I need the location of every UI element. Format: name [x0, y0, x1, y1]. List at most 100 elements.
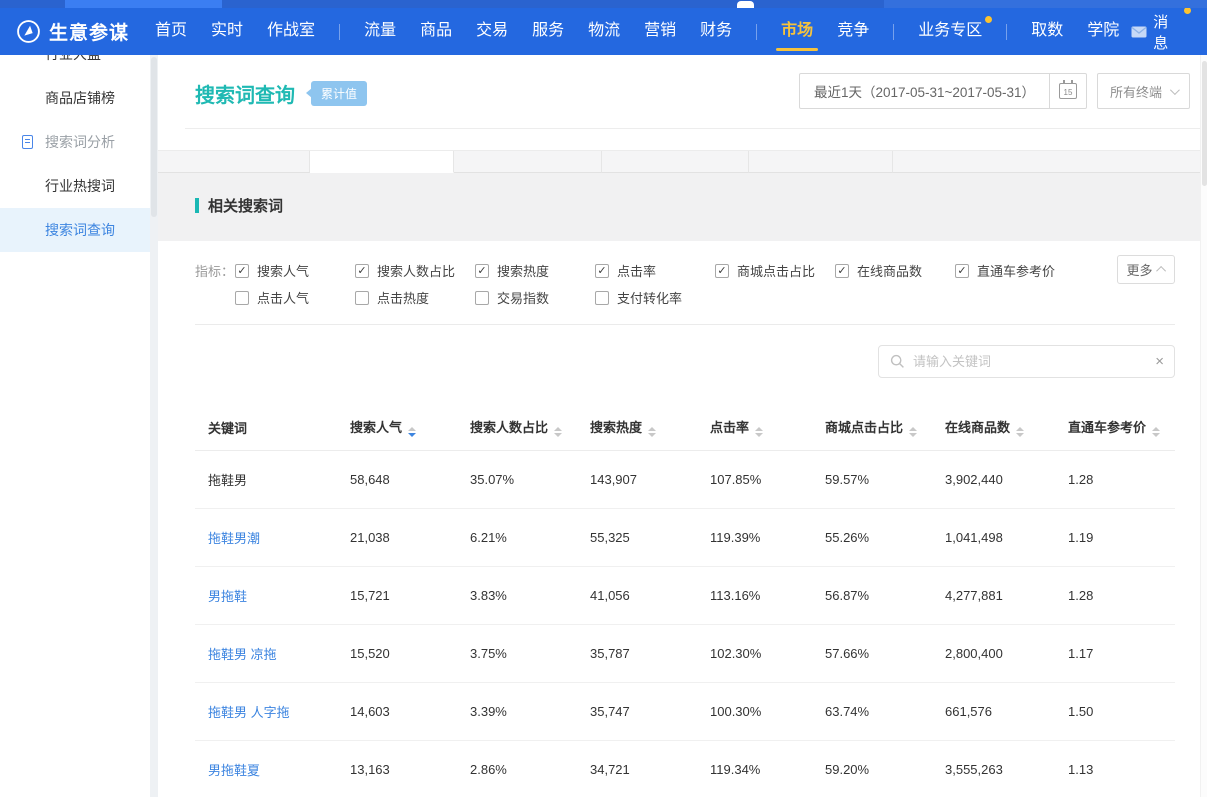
table-row: 拖鞋男58,64835.07%143,907107.85%59.57%3,902…	[195, 451, 1175, 509]
cell-value: 100.30%	[710, 704, 761, 719]
page-scrollbar[interactable]	[1200, 55, 1207, 797]
sidebar-item-1[interactable]: 商品店铺榜	[0, 76, 150, 120]
nav-item-6[interactable]: 交易	[464, 8, 520, 55]
metric-row2-1[interactable]: 点击热度	[355, 288, 475, 307]
keyword-cell: 拖鞋男	[195, 451, 350, 509]
sidebar-item-3[interactable]: 行业热搜词	[0, 164, 150, 208]
metric-row2-2[interactable]: 交易指数	[475, 288, 595, 307]
clear-search-icon[interactable]: ×	[1155, 352, 1164, 372]
checkbox-checked-icon[interactable]: ✓	[235, 264, 249, 278]
keyword-link[interactable]: 拖鞋男 凉拖	[208, 647, 277, 662]
column-label: 点击率	[710, 420, 749, 435]
cell-value: 1.28	[1068, 472, 1093, 487]
sort-icon[interactable]	[909, 427, 917, 437]
tab-4[interactable]	[749, 151, 893, 173]
value-cell: 1.50	[1068, 683, 1175, 741]
cell-value: 143,907	[590, 472, 637, 487]
checkbox-unchecked-icon[interactable]	[595, 291, 609, 305]
nav-item-18[interactable]: 学院	[1075, 8, 1131, 55]
metric-row1-3[interactable]: ✓点击率	[595, 261, 715, 280]
sort-icon[interactable]	[1016, 427, 1024, 437]
sort-asc-icon	[1016, 427, 1024, 431]
nav-item-10[interactable]: 财务	[688, 8, 744, 55]
sidebar-scrollbar-thumb[interactable]	[151, 57, 157, 217]
cell-value: 3.39%	[470, 704, 507, 719]
metric-row1-5[interactable]: ✓在线商品数	[835, 261, 955, 280]
brand[interactable]: 生意参谋	[16, 18, 129, 45]
keyword-link[interactable]: 男拖鞋	[208, 589, 247, 604]
chevron-up-icon	[1156, 266, 1166, 276]
metric-row2-3[interactable]: 支付转化率	[595, 288, 682, 307]
sidebar-scrollbar[interactable]	[150, 55, 158, 797]
keyword-link[interactable]: 拖鞋男潮	[208, 531, 260, 546]
checkbox-unchecked-icon[interactable]	[475, 291, 489, 305]
column-header-1[interactable]: 搜索人气	[350, 404, 470, 451]
column-label: 关键词	[208, 421, 247, 436]
nav-item-8[interactable]: 物流	[576, 8, 632, 55]
cell-value: 59.20%	[825, 762, 869, 777]
column-header-7[interactable]: 直通车参考价	[1068, 404, 1175, 451]
nav-item-17[interactable]: 取数	[1019, 8, 1075, 55]
cell-value: 14,603	[350, 704, 390, 719]
page-scrollbar-thumb[interactable]	[1202, 61, 1207, 186]
nav-item-12[interactable]: 市场	[769, 8, 825, 55]
nav-item-2[interactable]: 作战室	[255, 8, 327, 55]
sort-icon[interactable]	[408, 427, 416, 437]
column-header-6[interactable]: 在线商品数	[945, 404, 1068, 451]
column-header-4[interactable]: 点击率	[710, 404, 825, 451]
sort-icon[interactable]	[755, 427, 763, 437]
sidebar-item-4[interactable]: 搜索词查询	[0, 208, 150, 252]
value-cell: 55,325	[590, 509, 710, 567]
terminal-filter-dropdown[interactable]: 所有终端	[1097, 73, 1190, 109]
keyword-search-input[interactable]	[913, 354, 1146, 369]
more-button[interactable]: 更多	[1117, 255, 1175, 284]
nav-item-0[interactable]: 首页	[143, 8, 199, 55]
checkbox-checked-icon[interactable]: ✓	[475, 264, 489, 278]
sidebar-item-0[interactable]: 行业大盘	[0, 55, 150, 76]
checkbox-checked-icon[interactable]: ✓	[355, 264, 369, 278]
column-header-2[interactable]: 搜索人数占比	[470, 404, 590, 451]
nav-item-7[interactable]: 服务	[520, 8, 576, 55]
checkbox-checked-icon[interactable]: ✓	[835, 264, 849, 278]
nav-item-9[interactable]: 营销	[632, 8, 688, 55]
value-cell: 3,555,263	[945, 741, 1068, 797]
checkbox-unchecked-icon[interactable]	[355, 291, 369, 305]
notification-dot	[985, 16, 992, 23]
metric-label: 直通车参考价	[977, 261, 1055, 280]
value-cell: 1.13	[1068, 741, 1175, 797]
section-band: 相关搜索词	[158, 173, 1207, 241]
metric-row2-0[interactable]: 点击人气	[235, 288, 355, 307]
nav-item-5[interactable]: 商品	[408, 8, 464, 55]
column-header-3[interactable]: 搜索热度	[590, 404, 710, 451]
sort-icon[interactable]	[648, 427, 656, 437]
keyword-link[interactable]: 拖鞋男 人字拖	[208, 705, 290, 720]
brand-name: 生意参谋	[49, 18, 129, 45]
sort-icon[interactable]	[1152, 427, 1160, 437]
calendar-button[interactable]: 15	[1049, 74, 1086, 108]
messages-button[interactable]: 消息	[1131, 11, 1191, 53]
nav-item-15[interactable]: 业务专区	[906, 8, 994, 55]
checkbox-checked-icon[interactable]: ✓	[715, 264, 729, 278]
metric-row1-2[interactable]: ✓搜索热度	[475, 261, 595, 280]
tab-2[interactable]	[454, 151, 602, 173]
tab-3[interactable]	[602, 151, 749, 173]
checkbox-unchecked-icon[interactable]	[235, 291, 249, 305]
date-range-picker[interactable]: 最近1天（2017-05-31~2017-05-31） 15	[799, 73, 1087, 109]
keyword-link[interactable]: 男拖鞋夏	[208, 763, 260, 778]
nav-item-4[interactable]: 流量	[352, 8, 408, 55]
metric-row1-0[interactable]: ✓搜索人气	[235, 261, 355, 280]
metric-row1-6[interactable]: ✓ 直通车参考价	[955, 261, 1055, 280]
checkbox-checked-icon[interactable]: ✓	[955, 264, 969, 278]
nav-item-13[interactable]: 竞争	[825, 8, 881, 55]
metric-row1-1[interactable]: ✓搜索人数占比	[355, 261, 475, 280]
browser-tab-bottom	[737, 1, 754, 8]
sort-icon[interactable]	[554, 427, 562, 437]
tab-1[interactable]	[310, 151, 454, 173]
nav-item-label: 交易	[476, 22, 508, 39]
column-header-5[interactable]: 商城点击占比	[825, 404, 945, 451]
checkbox-checked-icon[interactable]: ✓	[595, 264, 609, 278]
nav-item-1[interactable]: 实时	[199, 8, 255, 55]
metric-row1-4[interactable]: ✓商城点击占比	[715, 261, 835, 280]
tab-0[interactable]	[158, 151, 310, 173]
cell-value: 58,648	[350, 472, 390, 487]
